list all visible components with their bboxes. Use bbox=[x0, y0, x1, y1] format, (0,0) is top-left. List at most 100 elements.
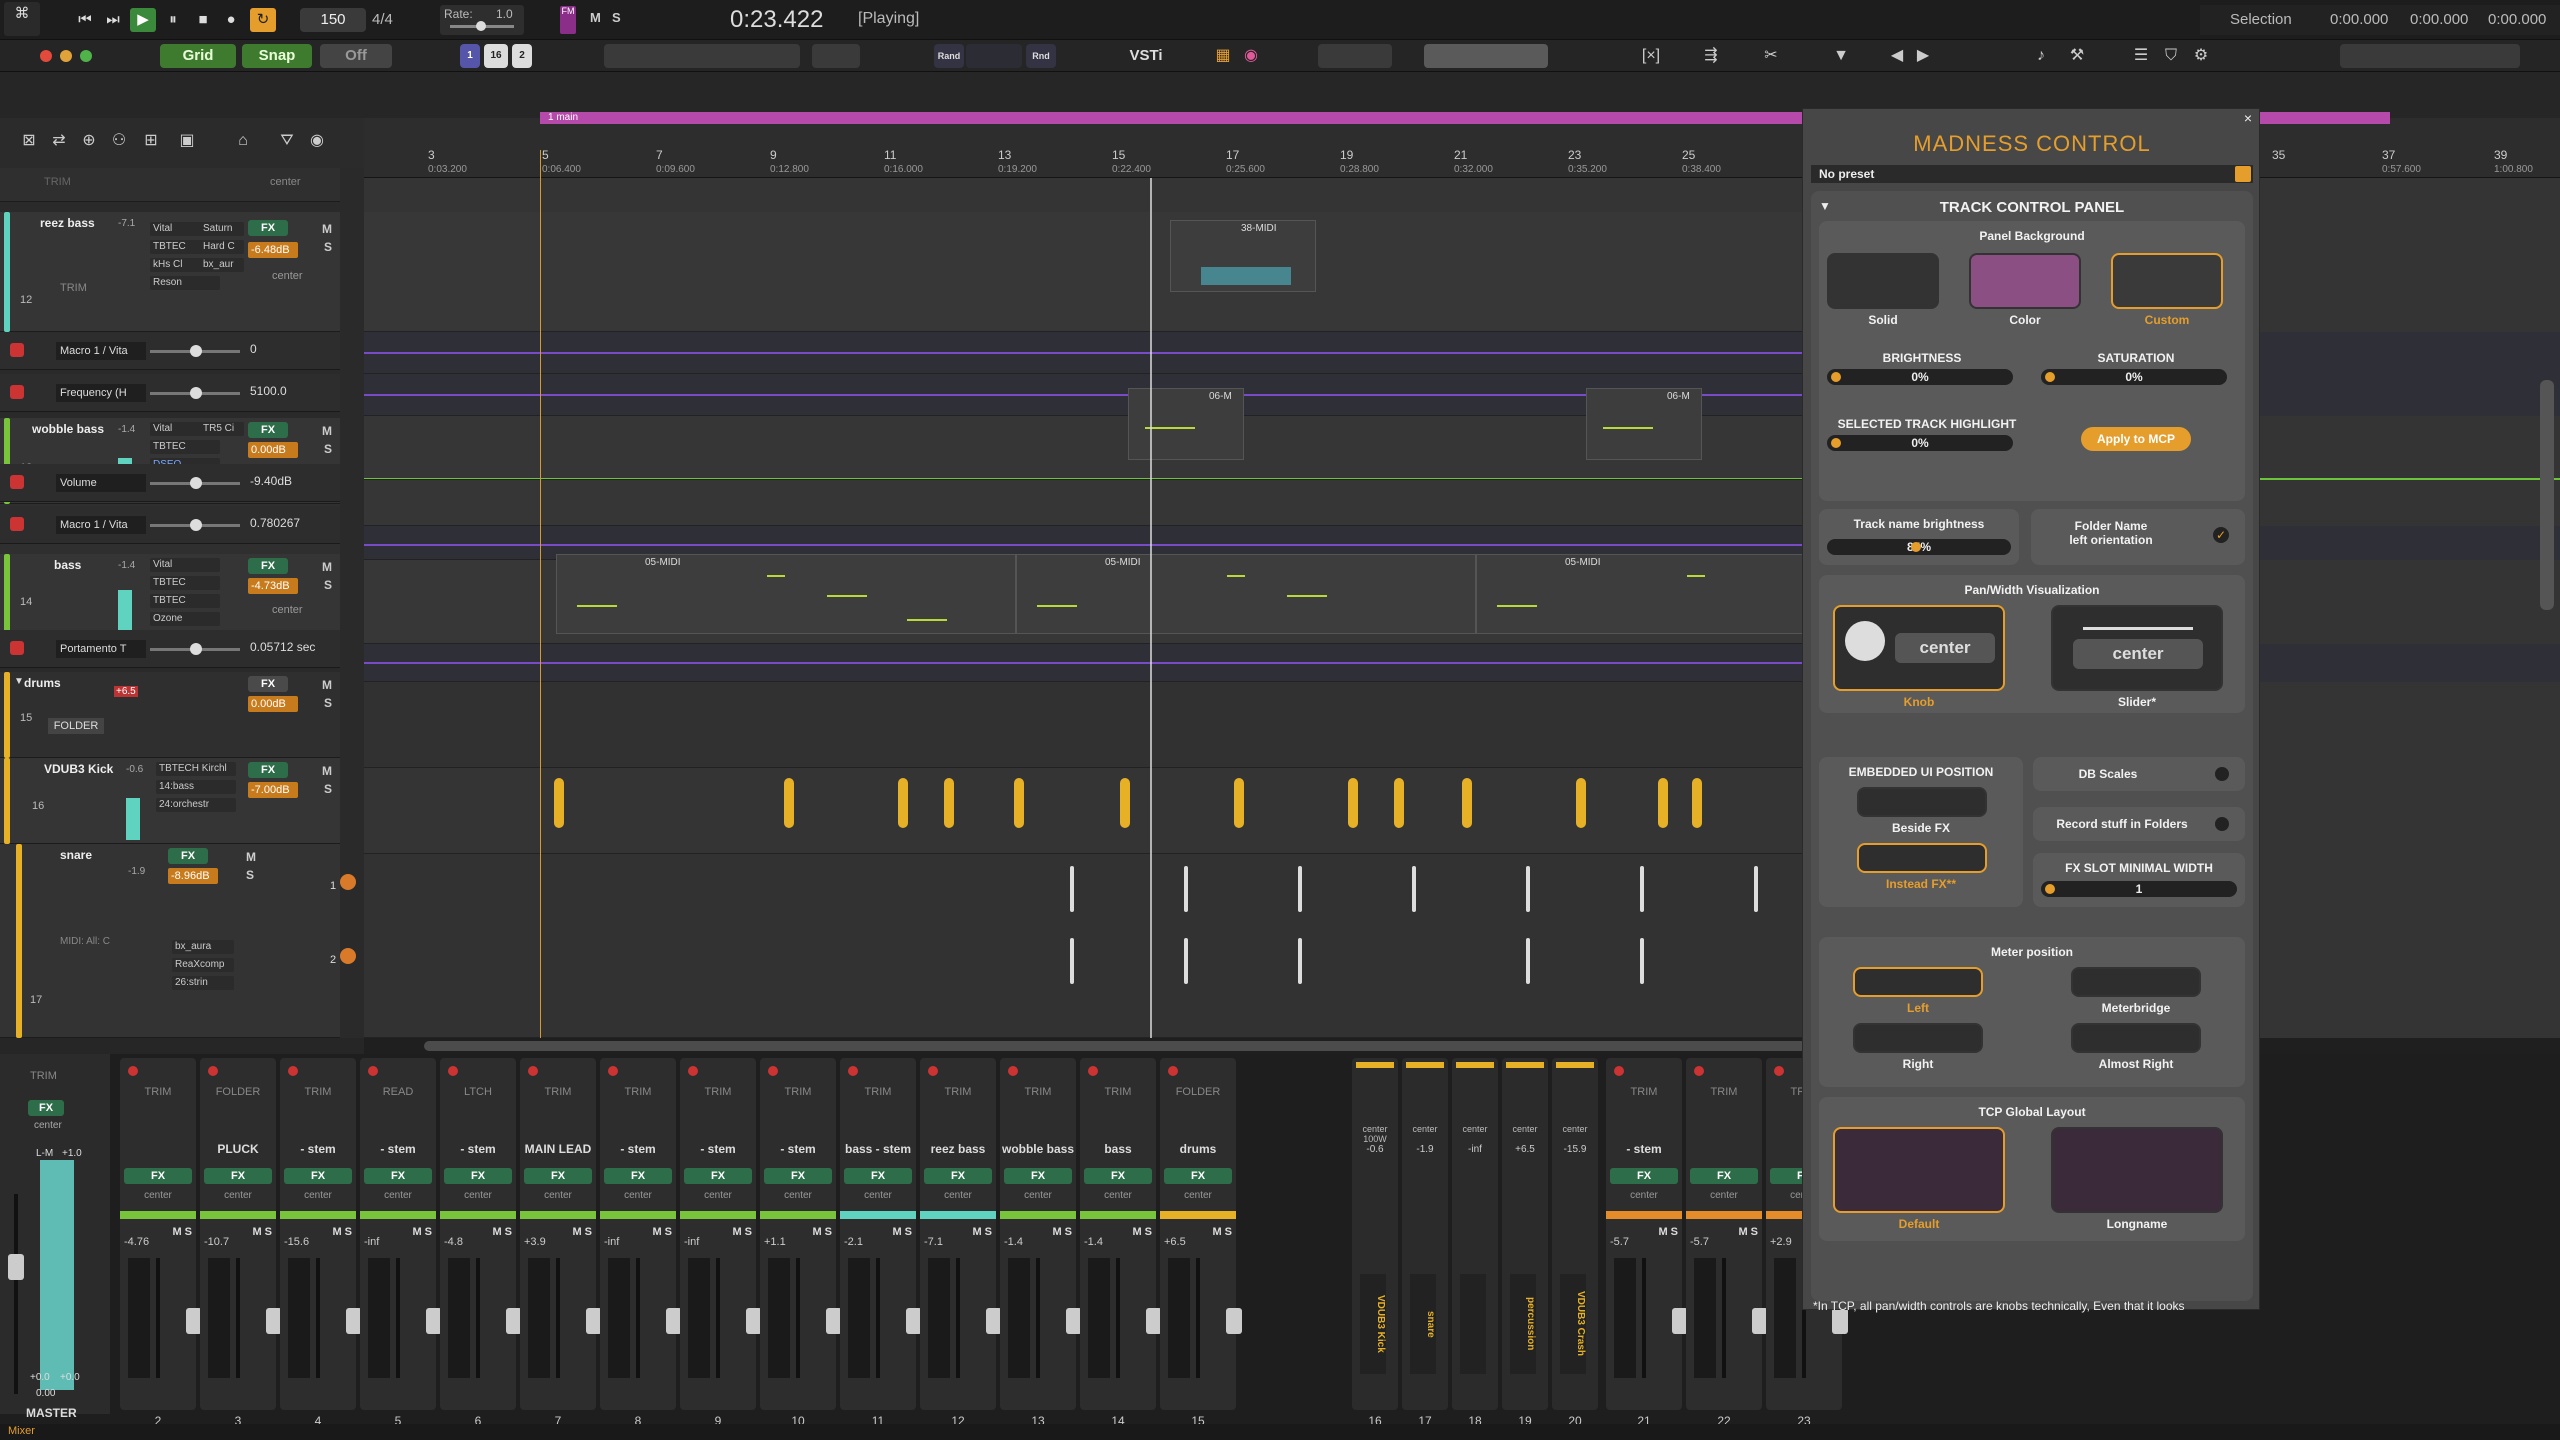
rnd-button[interactable]: Rnd bbox=[1026, 44, 1056, 68]
mute-solo-buttons[interactable]: M S bbox=[732, 1226, 752, 1238]
master-strip[interactable]: TRIM FX center L-M +1.0 +0.0 +0.0 0.00 M… bbox=[0, 1054, 110, 1420]
fx-button[interactable]: FX bbox=[248, 220, 288, 236]
solo-button[interactable]: S bbox=[324, 442, 332, 456]
fx-button[interactable]: FX bbox=[1004, 1168, 1072, 1184]
strip-fader[interactable] bbox=[796, 1258, 842, 1378]
fx-button[interactable]: FX bbox=[444, 1168, 512, 1184]
strip-top-label[interactable]: LTCH bbox=[440, 1086, 516, 1098]
strip-name[interactable]: reez bass bbox=[920, 1142, 996, 1156]
window-zoom-dot[interactable] bbox=[80, 50, 92, 62]
fx-button[interactable]: FX bbox=[924, 1168, 992, 1184]
fx-slot[interactable]: TBTEC bbox=[150, 576, 220, 590]
mute-solo-buttons[interactable]: M S bbox=[172, 1226, 192, 1238]
envelope-name[interactable]: Volume bbox=[56, 474, 146, 492]
fx-slot[interactable]: Ozone bbox=[150, 612, 220, 626]
drum-mixer-strip[interactable]: center -inf 18 bbox=[1452, 1058, 1498, 1428]
strip-name[interactable] bbox=[1460, 1274, 1486, 1374]
strip-fader[interactable] bbox=[396, 1258, 442, 1378]
lane-reez-bass[interactable] bbox=[364, 212, 1804, 332]
drum-mixer-strip[interactable]: center +6.5 percussion 19 bbox=[1502, 1058, 1548, 1428]
lane-envelope[interactable] bbox=[364, 332, 1804, 374]
lane-kick[interactable] bbox=[364, 768, 1804, 854]
lane-snare[interactable] bbox=[364, 854, 1804, 1038]
folder-badge[interactable]: FOLDER bbox=[48, 718, 104, 734]
record-arm-icon[interactable] bbox=[688, 1066, 698, 1076]
trim-label[interactable]: TRIM bbox=[30, 1070, 57, 1082]
pan-label[interactable]: center bbox=[520, 1190, 596, 1201]
record-arm-icon[interactable] bbox=[1088, 1066, 1098, 1076]
fx-button[interactable]: FX bbox=[1164, 1168, 1232, 1184]
strip-fader[interactable] bbox=[1722, 1258, 1768, 1378]
solo-button[interactable]: S bbox=[324, 782, 332, 796]
embed-beside-thumb[interactable] bbox=[1857, 787, 1987, 817]
go-to-start-icon[interactable]: ⏮ bbox=[72, 8, 98, 32]
rand-button[interactable]: Rand bbox=[934, 44, 964, 68]
envelope-name[interactable]: Frequency (H bbox=[56, 384, 146, 402]
strip-fader[interactable] bbox=[556, 1258, 602, 1378]
marker-down-icon[interactable]: ▼ bbox=[1830, 45, 1852, 67]
fx-button[interactable]: FX bbox=[604, 1168, 672, 1184]
mixer-strip[interactable]: TRIM bass - stem FX center -2.1 M S 11 bbox=[840, 1058, 922, 1428]
fx-button[interactable]: FX bbox=[168, 848, 208, 864]
strip-name[interactable]: MAIN LEAD bbox=[520, 1142, 596, 1156]
strip-top-label[interactable]: TRIM bbox=[1686, 1086, 1762, 1098]
midi-input-label[interactable]: MIDI: All: C bbox=[60, 936, 110, 947]
solo-button[interactable]: S bbox=[246, 868, 254, 882]
fx-slot[interactable]: TBTECH Kirchl bbox=[156, 762, 236, 776]
folder-left-checkbox[interactable]: ✓ bbox=[2213, 527, 2229, 543]
solo-button[interactable]: S bbox=[324, 578, 332, 592]
fx-button[interactable]: FX bbox=[684, 1168, 752, 1184]
view-layout-group[interactable] bbox=[2340, 44, 2520, 68]
hammer-icon[interactable]: ⚒ bbox=[2066, 45, 2088, 67]
strip-name[interactable]: - stem bbox=[760, 1142, 836, 1156]
mixer-strip[interactable]: TRIM reez bass FX center -7.1 M S 12 bbox=[920, 1058, 1002, 1428]
bracket-icon[interactable]: [×] bbox=[1640, 45, 1662, 67]
drum-mixer-strip[interactable]: center -15.9 VDUB3 Crash 20 bbox=[1552, 1058, 1598, 1428]
strip-top-label[interactable]: TRIM bbox=[680, 1086, 756, 1098]
pan-label[interactable]: center bbox=[1686, 1190, 1762, 1201]
fx-slot[interactable]: TR5 Ci bbox=[200, 422, 244, 436]
note-length-group[interactable] bbox=[604, 44, 800, 68]
volume-value[interactable]: 0.00dB bbox=[248, 696, 298, 712]
strip-top-label[interactable]: READ bbox=[360, 1086, 436, 1098]
fx-slot[interactable]: ReaXcomp bbox=[172, 958, 234, 972]
strip-fader[interactable] bbox=[156, 1258, 202, 1378]
envelope-slider[interactable] bbox=[150, 477, 240, 489]
eye-icon[interactable]: ◉ bbox=[306, 130, 328, 152]
mute-solo-buttons[interactable]: M S bbox=[812, 1226, 832, 1238]
track-bass[interactable]: bass 14 -1.4 Vital TBTEC TBTEC Ozone FX … bbox=[0, 554, 340, 638]
volume-envelope-line[interactable] bbox=[364, 478, 1804, 480]
fm-button[interactable]: FM bbox=[560, 6, 576, 34]
bg-custom-thumb[interactable] bbox=[2111, 253, 2223, 309]
strip-fader[interactable] bbox=[316, 1258, 362, 1378]
master-fader[interactable] bbox=[8, 1194, 24, 1394]
record-folders-toggle[interactable] bbox=[2215, 817, 2229, 831]
arm-envelope-icon[interactable] bbox=[10, 385, 24, 399]
strip-name[interactable]: snare bbox=[1410, 1274, 1436, 1374]
envelope-value[interactable]: 0 bbox=[250, 342, 257, 356]
selection-start[interactable]: 0:00.000 bbox=[2330, 11, 2388, 28]
settings-gear-icon[interactable]: ⚙ bbox=[2190, 45, 2212, 67]
mixer-strip[interactable]: TRIM MAIN LEAD FX center +3.9 M S7 bbox=[520, 1058, 602, 1428]
fx-button[interactable]: FX bbox=[248, 558, 288, 574]
pan-label[interactable]: center bbox=[1000, 1190, 1076, 1201]
fx-button[interactable]: FX bbox=[204, 1168, 272, 1184]
record-arm-icon[interactable] bbox=[1774, 1066, 1784, 1076]
layer-2-button[interactable]: 2 bbox=[512, 44, 532, 68]
record-arm-icon[interactable] bbox=[608, 1066, 618, 1076]
envelope-lane[interactable]: Macro 1 / Vita 0 bbox=[0, 332, 340, 370]
strip-top-label[interactable]: TRIM bbox=[520, 1086, 596, 1098]
fx-button[interactable]: FX bbox=[764, 1168, 832, 1184]
midi-item-05c[interactable]: 05-MIDI bbox=[1476, 554, 1804, 634]
go-to-end-icon[interactable]: ⏭ bbox=[100, 8, 126, 32]
track-name[interactable]: drums bbox=[24, 676, 61, 690]
strip-name[interactable]: wobble bass bbox=[1000, 1142, 1076, 1156]
record-arm-icon[interactable] bbox=[1614, 1066, 1624, 1076]
record-arm-icon[interactable] bbox=[1008, 1066, 1018, 1076]
metronome-icon[interactable]: ♪ bbox=[2030, 45, 2052, 67]
prev-icon[interactable]: ◀ bbox=[1886, 45, 1908, 67]
highlight-slider[interactable]: 0% bbox=[1827, 435, 2013, 451]
strip-top-label[interactable]: TRIM bbox=[1080, 1086, 1156, 1098]
arm-envelope-icon[interactable] bbox=[10, 343, 24, 357]
record-arm-icon[interactable] bbox=[1168, 1066, 1178, 1076]
